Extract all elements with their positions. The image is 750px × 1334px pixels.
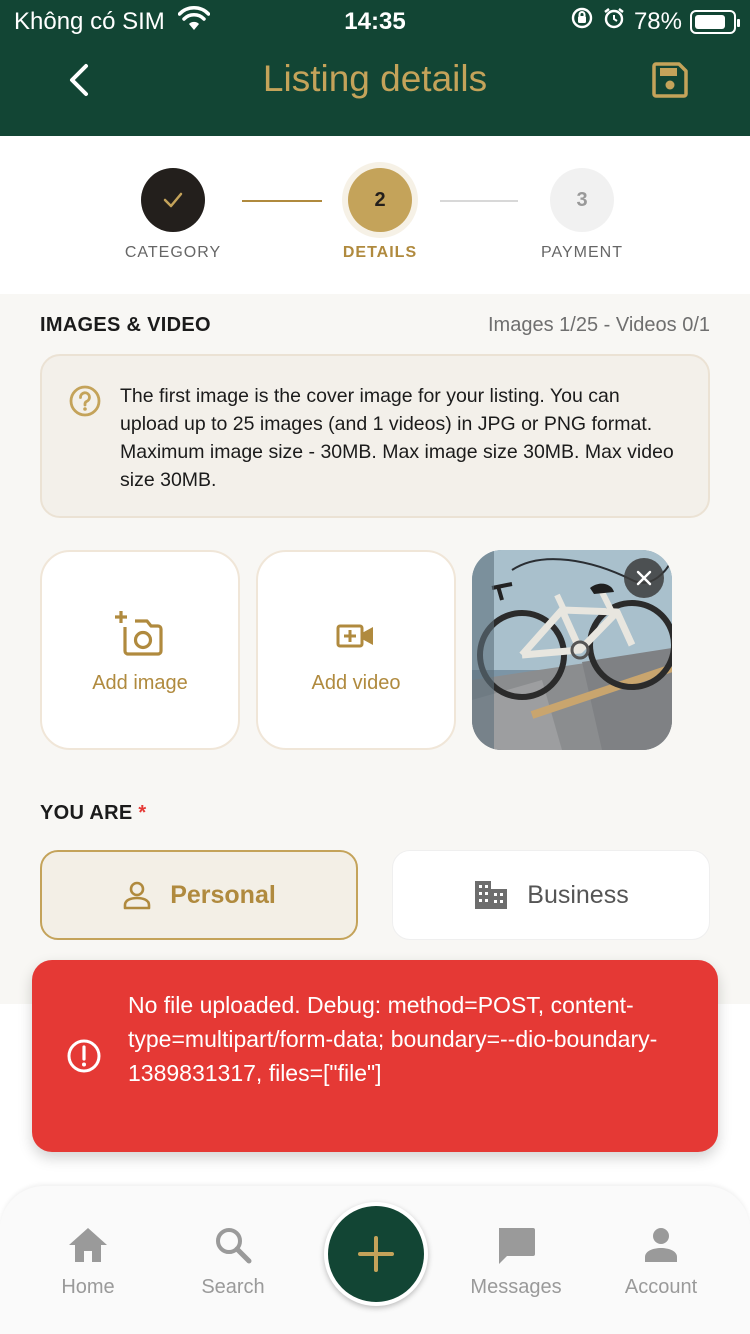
remove-photo-button[interactable]: [624, 558, 664, 598]
step-details-label: DETAILS: [342, 244, 418, 261]
seller-type-personal-label: Personal: [170, 880, 276, 909]
battery-icon: [690, 9, 740, 34]
step-category: [141, 168, 205, 232]
app-header: Không có SIM 14:35 78% Listing details: [0, 0, 750, 136]
check-icon: [163, 192, 183, 208]
save-button[interactable]: [650, 60, 690, 100]
create-listing-button[interactable]: [324, 1202, 428, 1306]
step-payment: 3: [550, 168, 614, 232]
stepper-line-pending: [440, 200, 518, 202]
step-details: 2: [348, 168, 412, 232]
nav-messages-label: Messages: [470, 1276, 562, 1298]
step-payment-number: 3: [576, 188, 588, 211]
rotation-lock-icon: [570, 6, 594, 37]
person-icon: [123, 881, 151, 910]
chat-icon: [499, 1228, 535, 1264]
listing-form: IMAGES & VIDEO Images 1/25 - Videos 0/1 …: [0, 294, 750, 1004]
status-bar: Không có SIM 14:35 78%: [0, 0, 750, 40]
save-icon: [652, 62, 688, 98]
home-icon: [69, 1228, 107, 1262]
step-details-number: 2: [374, 188, 386, 211]
seller-type-business-label: Business: [527, 880, 629, 909]
add-video-label: Add video: [311, 672, 401, 694]
error-toast-message: No file uploaded. Debug: method=POST, co…: [128, 992, 658, 1086]
add-image-label: Add image: [92, 672, 188, 694]
nav-account-label: Account: [624, 1276, 698, 1298]
stepper-line-done: [242, 200, 322, 202]
step-payment-label: PAYMENT: [541, 244, 623, 261]
add-photo-icon: [115, 611, 163, 656]
nav-account[interactable]: Account: [591, 1220, 731, 1299]
progress-stepper: CATEGORY 2 DETAILS 3 PAYMENT: [0, 136, 750, 294]
required-mark: *: [138, 802, 147, 824]
media-info-text: The first image is the cover image for y…: [120, 385, 674, 491]
close-icon: [636, 570, 652, 586]
seller-type-business[interactable]: Business: [392, 850, 710, 940]
seller-type-personal[interactable]: Personal: [40, 850, 358, 940]
alarm-icon: [602, 6, 626, 37]
add-video-button[interactable]: Add video: [256, 550, 456, 750]
plus-icon: [358, 1236, 394, 1272]
step-category-label: CATEGORY: [124, 244, 222, 261]
add-image-button[interactable]: Add image: [40, 550, 240, 750]
error-icon: [66, 1038, 102, 1079]
error-toast[interactable]: No file uploaded. Debug: method=POST, co…: [32, 960, 718, 1152]
battery-percent: 78%: [633, 7, 682, 35]
nav-search-label: Search: [201, 1276, 265, 1298]
help-icon: [68, 384, 102, 423]
nav-home[interactable]: Home: [18, 1220, 158, 1299]
nav-home-label: Home: [61, 1276, 115, 1298]
page-title: Listing details: [262, 58, 488, 99]
seller-type-title-text: YOU ARE: [40, 802, 133, 824]
media-section-title: IMAGES & VIDEO: [40, 314, 211, 336]
seller-type-title: YOU ARE *: [40, 802, 146, 825]
account-icon: [645, 1228, 677, 1262]
media-info-box: The first image is the cover image for y…: [40, 354, 710, 518]
building-icon: [475, 881, 508, 909]
nav-search[interactable]: Search: [163, 1220, 303, 1299]
search-icon: [216, 1228, 252, 1264]
media-counter: Images 1/25 - Videos 0/1: [488, 314, 710, 336]
nav-messages[interactable]: Messages: [446, 1220, 586, 1299]
add-video-icon: [336, 624, 373, 648]
